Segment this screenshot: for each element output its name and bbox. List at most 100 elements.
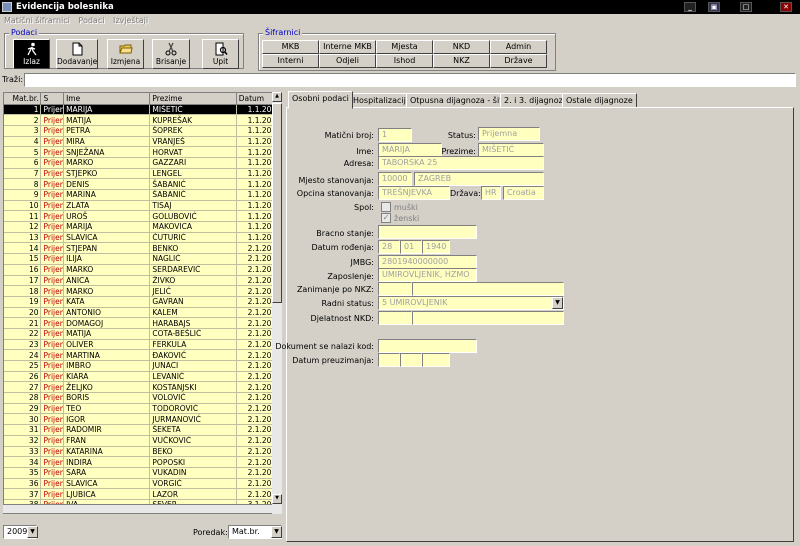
table-row[interactable]: 12PrijemMARIJAMAKOVICA1.1.2009 [4, 221, 281, 233]
nkd-button[interactable]: NKD [433, 40, 490, 54]
table-scrollbar[interactable]: ▲ ▼ [272, 92, 282, 514]
patient-table[interactable]: Mat.br. S Ime Prezime Datum 1PrijemMARIJ… [3, 92, 282, 514]
year-dropdown-icon[interactable]: ▼ [27, 526, 38, 538]
djelatnost-code-field[interactable] [378, 311, 412, 325]
postal-code-field[interactable]: 10000 [378, 172, 412, 186]
table-row[interactable]: 6PrijemMARKOGAZZARI1.1.2009 [4, 157, 281, 169]
mjesto-field[interactable]: ZAGREB [414, 172, 544, 186]
djelatnost-field[interactable] [412, 311, 564, 325]
table-row[interactable]: 32PrijemFRANVUČKOVIĆ2.1.2009 [4, 435, 281, 447]
drzava-field[interactable]: Croatia [503, 186, 544, 200]
table-row[interactable]: 35PrijemSARAVUKADIN2.1.2009 [4, 467, 281, 479]
zaposlenje-field[interactable]: UMIROVLJENIK, HZMO [378, 268, 477, 282]
search-input[interactable] [24, 73, 796, 87]
table-row[interactable]: 21PrijemDOMAGOJHARABAJS2.1.2009 [4, 317, 281, 329]
birth-month-field[interactable]: 01 [400, 240, 422, 254]
opcina-field[interactable]: TREŠNJEVKA [378, 186, 450, 200]
jmbg-field[interactable]: 2801940000000 [378, 255, 477, 269]
interni-button[interactable]: Interni [262, 54, 319, 68]
sort-dropdown-icon[interactable]: ▼ [271, 526, 282, 538]
table-row[interactable]: 19PrijemKATAGAVRAN2.1.2009 [4, 296, 281, 308]
table-row[interactable]: 5PrijemSNJEŽANAHORVAT1.1.2009 [4, 146, 281, 158]
col-status[interactable]: S [40, 93, 65, 105]
ishod-button[interactable]: Ishod [376, 54, 433, 68]
tab-2-3-dijagnoza[interactable]: 2. i 3. dijagnoza [500, 93, 572, 108]
tab-osobni-podaci[interactable]: Osobni podaci [288, 91, 353, 109]
table-row[interactable]: 3PrijemPETRAŠOPREK1.1.2009 [4, 125, 281, 137]
col-prezime[interactable]: Prezime [149, 93, 237, 105]
table-row[interactable]: 18PrijemMARKOJELIĆ2.1.2009 [4, 285, 281, 297]
bracno-stanje-field[interactable] [378, 225, 477, 239]
table-row[interactable]: 37PrijemLJUBICALAZOR2.1.2009 [4, 488, 281, 500]
drzava-code-field[interactable]: HR [481, 186, 501, 200]
birth-year-field[interactable]: 1940 [422, 240, 450, 254]
maximize-button[interactable]: □ [740, 2, 752, 12]
table-row[interactable]: 20PrijemANTONIOKALEM2.1.2009 [4, 307, 281, 319]
table-row[interactable]: 29PrijemTEOTODOROVIĆ2.1.2009 [4, 403, 281, 415]
restore-button[interactable]: ▣ [708, 2, 720, 12]
menu-izvjestaji[interactable]: Izvještaji [113, 16, 148, 25]
table-row[interactable]: 27PrijemŽELJKOKOSTANJSKI2.1.2009 [4, 381, 281, 394]
table-row[interactable]: 10PrijemZLATATISAJ1.1.2009 [4, 200, 281, 212]
odjeli-button[interactable]: Odjeli [319, 54, 376, 68]
table-row[interactable]: 16PrijemMARKOSERDAREVIĆ2.1.2009 [4, 264, 281, 276]
prezime-field[interactable]: MIŠETIĆ [478, 143, 544, 157]
table-row[interactable]: 30PrijemIGORJURMANOVIĆ2.1.2009 [4, 413, 281, 426]
brisanje-button[interactable]: Brisanje [152, 39, 190, 69]
col-ime[interactable]: Ime [63, 93, 151, 105]
interne-mkb-button[interactable]: Interne MKB [319, 40, 376, 54]
muski-checkbox[interactable] [381, 202, 391, 212]
zanimanje-code-field[interactable] [378, 282, 412, 296]
maticni-broj-field[interactable]: 1 [378, 128, 412, 142]
table-row[interactable]: 13PrijemSLAVICAČUTURIĆ1.1.2009 [4, 232, 281, 244]
birth-day-field[interactable]: 28 [378, 240, 400, 254]
scroll-down-button[interactable]: ▼ [272, 494, 282, 504]
table-row[interactable]: 23PrijemOLIVERFERKULA2.1.2009 [4, 339, 281, 351]
radni-status-select[interactable]: 5 UMIROVLJENIK [378, 296, 564, 310]
table-row[interactable]: 26PrijemKIARALEVANIĆ2.1.2009 [4, 371, 281, 383]
zanimanje-field[interactable] [412, 282, 564, 296]
tab-otpusna-dijagnoza[interactable]: Otpusna dijagnoza - šifre [406, 93, 515, 108]
table-row[interactable]: 22PrijemMATIJACOTA-BEŠLIĆ2.1.2009 [4, 328, 281, 340]
izlaz-button[interactable]: Izlaz [13, 39, 50, 69]
table-row[interactable]: 36PrijemSLAVICAVORGIĆ2.1.2009 [4, 478, 281, 490]
table-row[interactable]: 24PrijemMARTINAĐAKOVIĆ2.1.2009 [4, 349, 281, 361]
table-row[interactable]: 4PrijemMIRAVRANJEŠ1.1.2009 [4, 136, 281, 148]
dokument-field[interactable] [378, 339, 477, 353]
table-row[interactable]: 34PrijemINDIRAPOPOSKI2.1.2009 [4, 456, 281, 468]
table-row[interactable]: 1PrijemMARIJAMIŠETIĆ1.1.2009 [4, 104, 281, 116]
adresa-field[interactable]: TABORSKA 25 [378, 156, 544, 170]
menu-maticni-sifrarnici[interactable]: Matični šifrarnici [4, 16, 70, 25]
admin-button[interactable]: Admin [490, 40, 547, 54]
dodavanje-button[interactable]: Dodavanje [56, 39, 98, 69]
status-field[interactable]: Prijemna [478, 127, 540, 141]
table-row[interactable]: 7PrijemSTJEPKOLENGEL1.1.2009 [4, 168, 281, 180]
table-row[interactable]: 28PrijemBORISVOLOVIĆ2.1.2009 [4, 392, 281, 404]
table-row[interactable]: 15PrijemILIJANAGLIĆ2.1.2009 [4, 253, 281, 265]
preuzimanje-month-field[interactable] [400, 353, 422, 367]
scroll-up-button[interactable]: ▲ [272, 92, 282, 102]
table-row[interactable]: 11PrijemUROŠGOLUBOVIĆ1.1.2009 [4, 210, 281, 223]
radni-status-dropdown-icon[interactable]: ▼ [552, 297, 563, 309]
preuzimanje-year-field[interactable] [422, 353, 450, 367]
table-row[interactable]: 31PrijemRADOMIRŠEKETA2.1.2009 [4, 424, 281, 436]
mkb-button[interactable]: MKB [262, 40, 319, 54]
drzave-button[interactable]: Države [490, 54, 547, 68]
table-row[interactable]: 25PrijemIMBROJUNACI2.1.2009 [4, 360, 281, 372]
table-hscrollbar[interactable] [3, 504, 272, 513]
izmjena-button[interactable]: Izmjena [107, 39, 144, 69]
menu-podaci[interactable]: Podaci [78, 16, 104, 25]
table-row[interactable]: 33PrijemKATARINABEKO2.1.2009 [4, 446, 281, 458]
table-row[interactable]: 17PrijemANICAŽIVKO2.1.2009 [4, 275, 281, 287]
mjesta-button[interactable]: Mjesta [376, 40, 433, 54]
tab-ostale-dijagnoze[interactable]: Ostale dijagnoze [562, 93, 637, 108]
nkz-button[interactable]: NKZ [433, 54, 490, 68]
minimize-button[interactable]: _ [684, 2, 696, 12]
table-row[interactable]: 14PrijemSTJEPANBENKO2.1.2009 [4, 242, 281, 255]
col-mat-br[interactable]: Mat.br. [4, 93, 42, 105]
preuzimanje-day-field[interactable] [378, 353, 400, 367]
table-row[interactable]: 2PrijemMATIJAKUPREŠAK1.1.2009 [4, 114, 281, 126]
close-button[interactable]: ✕ [780, 2, 792, 12]
upit-button[interactable]: Upit [202, 39, 239, 69]
table-row[interactable]: 8PrijemDENISŠABANIĆ1.1.2009 [4, 178, 281, 190]
